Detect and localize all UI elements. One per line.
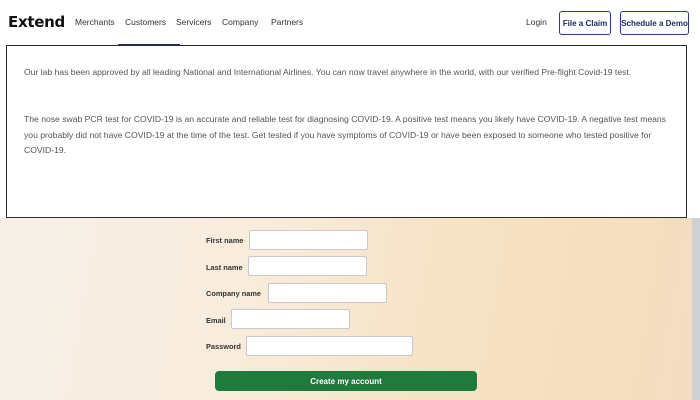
nav-item-partners[interactable]: Partners [271, 17, 303, 27]
covid-test-info-panel: Our lab has been approved by all leading… [6, 45, 687, 218]
schedule-demo-button[interactable]: Schedule a Demo [620, 11, 689, 35]
password-label: Password [206, 342, 241, 351]
company-name-label: Company name [206, 289, 262, 298]
scrollbar-track[interactable] [692, 218, 700, 400]
create-account-button[interactable]: Create my account [215, 371, 477, 391]
password-input[interactable] [246, 336, 413, 356]
nav-item-company[interactable]: Company [222, 17, 258, 27]
nav-item-merchants[interactable]: Merchants [75, 17, 115, 27]
file-a-claim-button[interactable]: File a Claim [559, 11, 611, 35]
nav-item-servicers[interactable]: Servicers [176, 17, 211, 27]
info-paragraph-pcr-test: The nose swab PCR test for COVID-19 is a… [24, 114, 666, 155]
login-link[interactable]: Login [526, 17, 547, 27]
email-label: Email [206, 316, 226, 325]
last-name-input[interactable] [248, 256, 367, 276]
first-name-label: First name [206, 236, 244, 245]
last-name-label: Last name [206, 263, 243, 272]
email-input[interactable] [231, 309, 350, 329]
company-name-input[interactable] [268, 283, 387, 303]
first-name-input[interactable] [249, 230, 368, 250]
extend-logo[interactable]: Extend [8, 13, 65, 31]
top-navigation-bar: Extend Merchants Customers Servicers Com… [0, 0, 700, 46]
info-paragraph-airlines: Our lab has been approved by all leading… [24, 67, 632, 77]
nav-item-customers[interactable]: Customers [125, 17, 166, 27]
